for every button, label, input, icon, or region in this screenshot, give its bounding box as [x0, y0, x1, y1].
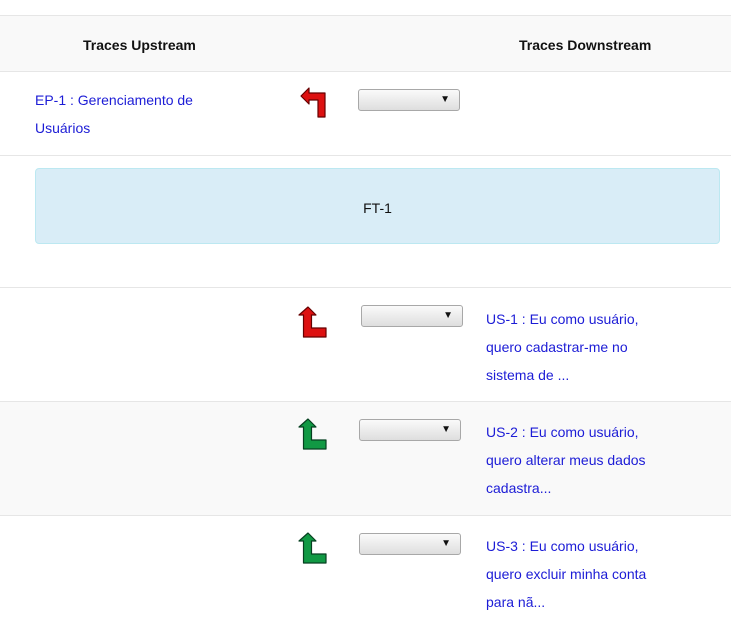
upstream-link-line-2: Usuários	[35, 120, 91, 136]
downstream-trace-select-1[interactable]: ▼	[361, 305, 463, 327]
trace-up-right-arrow-icon[interactable]	[298, 306, 328, 340]
upstream-trace-select[interactable]: ▼	[358, 89, 460, 111]
downstream-link-line-1: US-2 : Eu como usuário,	[486, 424, 639, 440]
downstream-link-line-1: US-1 : Eu como usuário,	[486, 311, 639, 327]
traces-downstream-header: Traces Downstream	[519, 37, 652, 53]
trace-page: Traces Upstream Traces Downstream EP-1 :…	[0, 0, 731, 642]
table-header: Traces Upstream Traces Downstream	[0, 15, 731, 72]
feature-label: FT-1	[363, 200, 392, 216]
downstream-row: ▼ US-2 : Eu como usuário, quero alterar …	[0, 402, 731, 516]
downstream-trace-select-2[interactable]: ▼	[359, 419, 461, 441]
chevron-down-icon: ▼	[443, 310, 453, 321]
downstream-link-line-2: quero alterar meus dados	[486, 452, 646, 468]
downstream-link-us-3[interactable]: US-3 : Eu como usuário, quero excluir mi…	[486, 532, 646, 616]
chevron-down-icon: ▼	[441, 424, 451, 435]
downstream-link-line-2: quero excluir minha conta	[486, 566, 647, 582]
downstream-link-line-3: para nã...	[486, 594, 546, 610]
feature-panel: FT-1	[35, 168, 720, 244]
trace-up-right-arrow-icon[interactable]	[298, 418, 328, 452]
downstream-link-line-3: cadastra...	[486, 480, 552, 496]
downstream-link-us-2[interactable]: US-2 : Eu como usuário, quero alterar me…	[486, 418, 646, 502]
downstream-trace-select-3[interactable]: ▼	[359, 533, 461, 555]
trace-up-left-arrow-icon[interactable]	[300, 86, 330, 120]
downstream-row: ▼ US-3 : Eu como usuário, quero excluir …	[0, 516, 731, 642]
upstream-link-line-1: EP-1 : Gerenciamento de	[35, 92, 193, 108]
upstream-row: EP-1 : Gerenciamento de Usuários ▼	[0, 72, 731, 156]
downstream-link-line-1: US-3 : Eu como usuário,	[486, 538, 639, 554]
trace-up-right-arrow-icon[interactable]	[298, 532, 328, 566]
upstream-link-ep-1[interactable]: EP-1 : Gerenciamento de Usuários	[35, 86, 193, 142]
traces-upstream-header: Traces Upstream	[83, 37, 196, 53]
downstream-link-line-2: quero cadastrar-me no	[486, 339, 628, 355]
chevron-down-icon: ▼	[441, 538, 451, 549]
downstream-link-line-3: sistema de ...	[486, 367, 570, 383]
downstream-link-us-1[interactable]: US-1 : Eu como usuário, quero cadastrar-…	[486, 305, 639, 389]
downstream-row: ▼ US-1 : Eu como usuário, quero cadastra…	[0, 288, 731, 402]
chevron-down-icon: ▼	[440, 94, 450, 105]
